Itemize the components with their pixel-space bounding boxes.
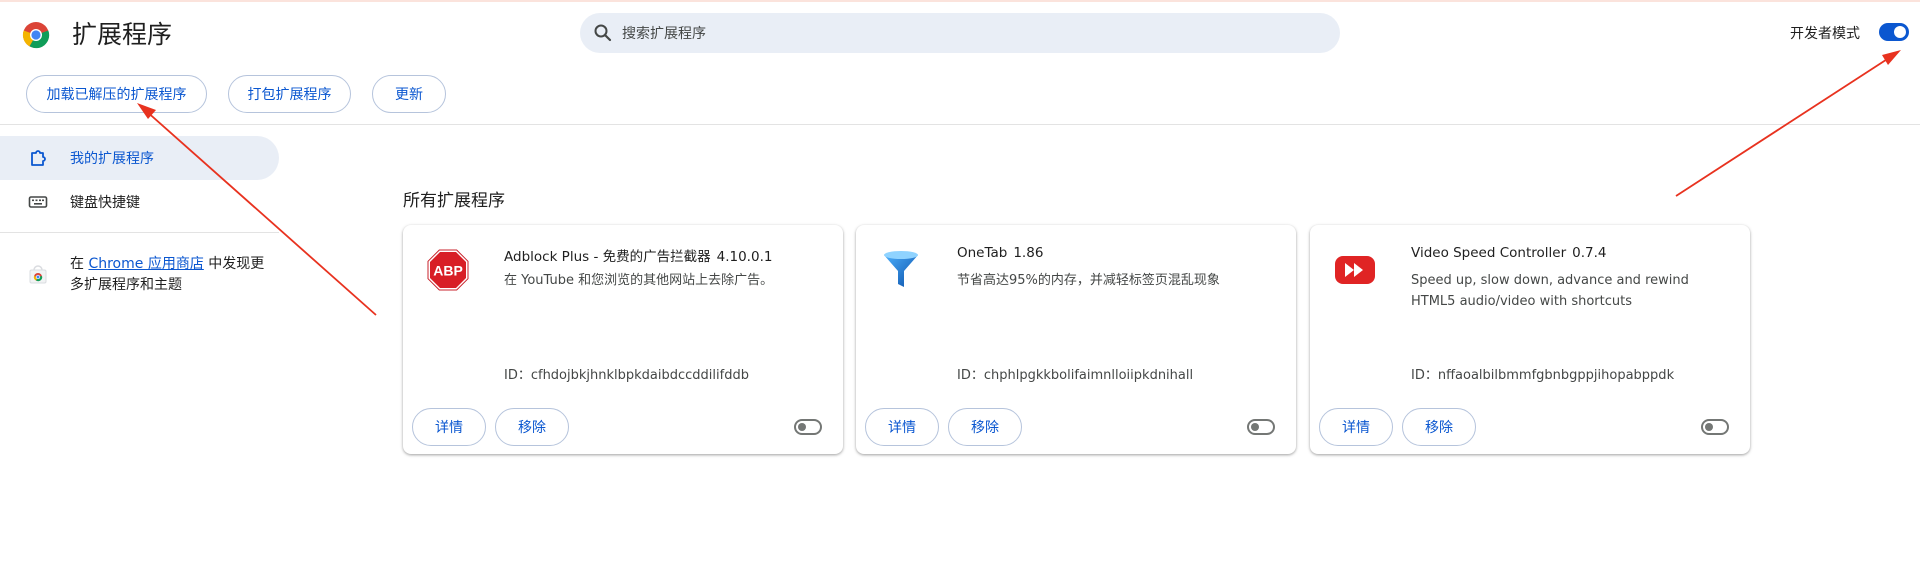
- search-placeholder: 搜索扩展程序: [622, 26, 706, 42]
- svg-text:ABP: ABP: [433, 263, 463, 279]
- developer-mode-toggle[interactable]: [1879, 23, 1909, 41]
- extension-id: ID：cfhdojbkjhnklbpkdaibdccddilifddb: [504, 368, 749, 383]
- abp-icon: ABP: [427, 249, 469, 291]
- extension-card: Video Speed Controller 0.7.4 Speed up, sl…: [1310, 225, 1750, 454]
- extension-name: OneTab: [957, 245, 1008, 261]
- extension-version: 1.86: [1013, 245, 1044, 261]
- extension-title: OneTab 1.86: [957, 245, 1043, 261]
- pack-extension-button[interactable]: 打包扩展程序: [228, 75, 351, 113]
- extension-enable-toggle[interactable]: [794, 419, 822, 435]
- extension-name: Adblock Plus - 免费的广告拦截器: [504, 249, 711, 265]
- extension-card: OneTab 1.86 节省高达95%的内存，并减轻标签页混乱现象 ID：chph…: [856, 225, 1296, 454]
- extension-enable-toggle[interactable]: [1247, 419, 1275, 435]
- sidebar-divider: [0, 232, 279, 233]
- extension-description: 节省高达95%的内存，并减轻标签页混乱现象: [957, 273, 1220, 288]
- extension-title: Adblock Plus - 免费的广告拦截器 4.10.0.1: [504, 245, 772, 265]
- top-border: [0, 0, 1920, 2]
- load-unpacked-button[interactable]: 加载已解压的扩展程序: [26, 75, 207, 113]
- extension-description: Speed up, slow down, advance and rewind …: [1411, 273, 1689, 309]
- extension-description: 在 YouTube 和您浏览的其他网站上去除广告。: [504, 273, 774, 288]
- details-button[interactable]: 详情: [865, 408, 939, 446]
- page-title: 扩展程序: [72, 20, 173, 49]
- search-icon: [594, 24, 612, 42]
- sidebar-item-label: 键盘快捷键: [70, 195, 140, 211]
- extension-id: ID：chphlpgkkbolifaimnlloiipkdnihall: [957, 368, 1194, 383]
- chrome-web-store-icon: [29, 265, 47, 284]
- extension-card: ABP Adblock Plus - 免费的广告拦截器 4.10.0.1 在 Yo…: [403, 225, 843, 454]
- remove-button[interactable]: 移除: [1402, 408, 1476, 446]
- sidebar-item-my-extensions[interactable]: 我的扩展程序: [0, 136, 279, 180]
- puzzle-icon: [31, 150, 46, 166]
- remove-button[interactable]: 移除: [495, 408, 569, 446]
- onetab-funnel-icon: [884, 251, 918, 287]
- arrow-to-developer-mode-toggle: [1675, 50, 1901, 197]
- chrome-web-store-link[interactable]: Chrome 应用商店: [88, 256, 203, 272]
- extension-version: 4.10.0.1: [716, 249, 773, 265]
- developer-mode-label: 开发者模式: [1790, 26, 1860, 42]
- fast-forward-icon: [1335, 256, 1375, 284]
- search-bar[interactable]: 搜索扩展程序: [580, 13, 1340, 53]
- extension-version: 0.7.4: [1572, 245, 1607, 261]
- section-title: 所有扩展程序: [403, 191, 505, 211]
- details-button[interactable]: 详情: [1319, 408, 1393, 446]
- remove-button[interactable]: 移除: [948, 408, 1022, 446]
- keyboard-icon: [28, 196, 48, 208]
- details-button[interactable]: 详情: [412, 408, 486, 446]
- chrome-logo-icon: [22, 22, 50, 49]
- sidebar-item-keyboard-shortcuts[interactable]: 键盘快捷键: [0, 180, 279, 224]
- extension-title: Video Speed Controller 0.7.4: [1411, 245, 1607, 261]
- sidebar-item-label: 我的扩展程序: [70, 151, 154, 167]
- extension-name: Video Speed Controller: [1411, 245, 1567, 261]
- update-button[interactable]: 更新: [372, 75, 446, 113]
- extension-enable-toggle[interactable]: [1701, 419, 1729, 435]
- extension-id: ID：nffaoalbilbmmfgbnbgppjihopabppdk: [1411, 368, 1675, 383]
- web-store-prefix: 在: [70, 256, 89, 272]
- web-store-promo: 在 Chrome 应用商店 中发现更多扩展程序和主题: [70, 254, 270, 296]
- toolbar-divider: [0, 124, 1920, 125]
